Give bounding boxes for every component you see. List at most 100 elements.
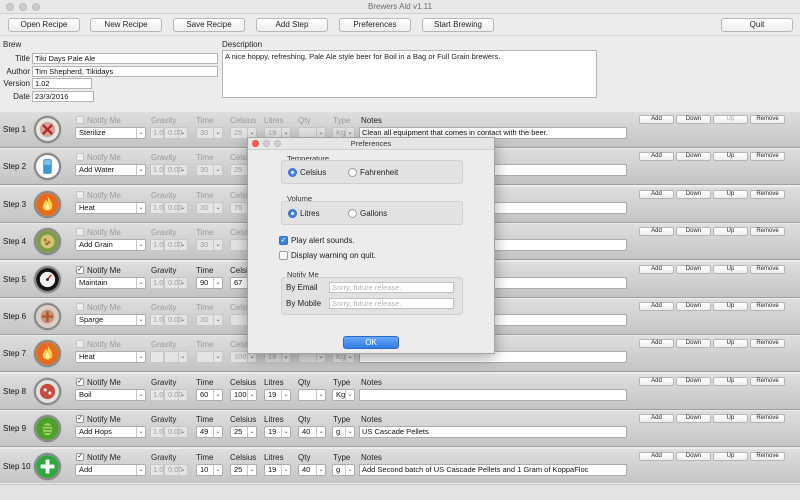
remove-step-button[interactable]: Remove: [750, 152, 785, 162]
author-field[interactable]: Tim Shepherd, Tikidays: [32, 66, 218, 77]
action-select[interactable]: Add Water ⌄: [75, 164, 146, 177]
up-step-button[interactable]: Up: [713, 451, 748, 461]
gravity-field[interactable]: 1.0: [150, 314, 164, 326]
celsius-select[interactable]: 25 ⌄: [230, 426, 257, 439]
action-select[interactable]: Boil ⌄: [75, 388, 146, 401]
add-step-button[interactable]: Add: [639, 302, 674, 311]
type-select[interactable]: g ⌄: [332, 463, 355, 476]
notify-checkbox[interactable]: ✓: [76, 452, 84, 461]
type-select[interactable]: Kg ⌄: [332, 388, 355, 401]
remove-step-button[interactable]: Remove: [750, 189, 785, 199]
time-select[interactable]: 60 ⌄: [196, 388, 223, 401]
litres-select[interactable]: 19 ⌄: [264, 388, 291, 401]
add-step-button[interactable]: Add: [639, 451, 674, 461]
action-select[interactable]: Add ⌄: [75, 463, 146, 476]
time-select[interactable]: 49 ⌄: [196, 426, 223, 439]
action-select[interactable]: Add Grain ⌄: [75, 239, 146, 252]
gravity-select[interactable]: 0.00 ⌄: [164, 127, 188, 139]
up-step-button[interactable]: Up: [713, 115, 748, 124]
notify-checkbox[interactable]: ✓: [76, 415, 84, 424]
down-step-button[interactable]: Down: [676, 339, 711, 349]
remove-step-button[interactable]: Remove: [750, 227, 785, 237]
action-select[interactable]: Add Hops ⌄: [75, 426, 146, 439]
litres-select[interactable]: 19 ⌄: [264, 463, 291, 476]
up-step-button[interactable]: Up: [713, 414, 748, 424]
gravity-select[interactable]: 0.00 ⌄: [164, 239, 188, 252]
down-step-button[interactable]: Down: [676, 451, 711, 461]
play-alert-checkbox[interactable]: ✓: [279, 236, 288, 245]
action-select[interactable]: Sterilize ⌄: [75, 127, 146, 139]
gravity-select[interactable]: 0.00 ⌄: [164, 463, 188, 476]
gravity-field[interactable]: 1.0: [150, 201, 164, 214]
remove-step-button[interactable]: Remove: [750, 264, 785, 274]
qty-select[interactable]: 40 ⌄: [298, 463, 326, 476]
email-input[interactable]: Sorry, future release.: [329, 282, 454, 293]
gravity-field[interactable]: 1.0: [150, 127, 164, 139]
ok-button[interactable]: OK: [343, 336, 399, 349]
qty-select[interactable]: ⌄: [298, 388, 326, 401]
dialog-minimize-button[interactable]: [263, 140, 271, 147]
action-select[interactable]: Heat ⌄: [75, 351, 146, 364]
remove-step-button[interactable]: Remove: [750, 414, 785, 424]
gravity-select[interactable]: 0.00 ⌄: [164, 201, 188, 214]
description-field[interactable]: A nice hoppy, refreshing, Pale Ale style…: [222, 50, 597, 98]
time-select[interactable]: 30 ⌄: [196, 164, 223, 177]
down-step-button[interactable]: Down: [676, 115, 711, 124]
gallons-radio[interactable]: [348, 209, 357, 218]
add-step-button[interactable]: Add: [639, 115, 674, 124]
add-step-button[interactable]: Add: [639, 376, 674, 386]
type-select[interactable]: g ⌄: [332, 426, 355, 439]
add-step-button[interactable]: Add Step: [256, 18, 328, 32]
notes-field[interactable]: Add Second batch of US Cascade Pellets a…: [359, 463, 627, 476]
celsius-select[interactable]: 100 ⌄: [230, 388, 257, 401]
preferences-button[interactable]: Preferences: [339, 18, 411, 32]
add-step-button[interactable]: Add: [639, 189, 674, 199]
gravity-field[interactable]: 1.0: [150, 463, 164, 476]
up-step-button[interactable]: Up: [713, 264, 748, 274]
title-field[interactable]: Tiki Days Pale Ale: [32, 53, 218, 64]
quit-button[interactable]: Quit: [721, 18, 793, 32]
action-select[interactable]: Heat ⌄: [75, 201, 146, 214]
remove-step-button[interactable]: Remove: [750, 339, 785, 349]
notify-checkbox[interactable]: ✓: [76, 265, 84, 274]
gravity-field[interactable]: 1.0: [150, 426, 164, 439]
down-step-button[interactable]: Down: [676, 189, 711, 199]
gravity-field[interactable]: 1.0: [150, 239, 164, 252]
down-step-button[interactable]: Down: [676, 302, 711, 311]
notify-checkbox[interactable]: [76, 303, 84, 311]
up-step-button[interactable]: Up: [713, 227, 748, 237]
notify-checkbox[interactable]: [76, 116, 84, 124]
up-step-button[interactable]: Up: [713, 339, 748, 349]
gravity-select[interactable]: 0.00 ⌄: [164, 426, 188, 439]
remove-step-button[interactable]: Remove: [750, 302, 785, 311]
remove-step-button[interactable]: Remove: [750, 451, 785, 461]
down-step-button[interactable]: Down: [676, 376, 711, 386]
up-step-button[interactable]: Up: [713, 189, 748, 199]
add-step-button[interactable]: Add: [639, 152, 674, 162]
notify-checkbox[interactable]: ✓: [76, 377, 84, 386]
dialog-zoom-button[interactable]: [274, 140, 282, 147]
gravity-field[interactable]: 1.0: [150, 164, 164, 177]
notify-checkbox[interactable]: [76, 340, 84, 349]
gravity-select[interactable]: 0.00 ⌄: [164, 164, 188, 177]
open-recipe-button[interactable]: Open Recipe: [8, 18, 80, 32]
time-select[interactable]: 30 ⌄: [196, 314, 223, 326]
down-step-button[interactable]: Down: [676, 264, 711, 274]
action-select[interactable]: Maintain ⌄: [75, 276, 146, 289]
down-step-button[interactable]: Down: [676, 152, 711, 162]
new-recipe-button[interactable]: New Recipe: [90, 18, 162, 32]
remove-step-button[interactable]: Remove: [750, 376, 785, 386]
start-brewing-button[interactable]: Start Brewing: [422, 18, 494, 32]
down-step-button[interactable]: Down: [676, 414, 711, 424]
time-select[interactable]: 90 ⌄: [196, 276, 223, 289]
remove-step-button[interactable]: Remove: [750, 115, 785, 124]
notes-field[interactable]: US Cascade Pellets: [359, 426, 627, 439]
action-select[interactable]: Sparge ⌄: [75, 314, 146, 326]
gravity-select[interactable]: 0.00 ⌄: [164, 314, 188, 326]
time-select[interactable]: 10 ⌄: [196, 463, 223, 476]
celsius-radio[interactable]: [288, 168, 297, 177]
fahrenheit-radio[interactable]: [348, 168, 357, 177]
gravity-select[interactable]: 0.00 ⌄: [164, 388, 188, 401]
celsius-select[interactable]: 25 ⌄: [230, 463, 257, 476]
add-step-button[interactable]: Add: [639, 339, 674, 349]
